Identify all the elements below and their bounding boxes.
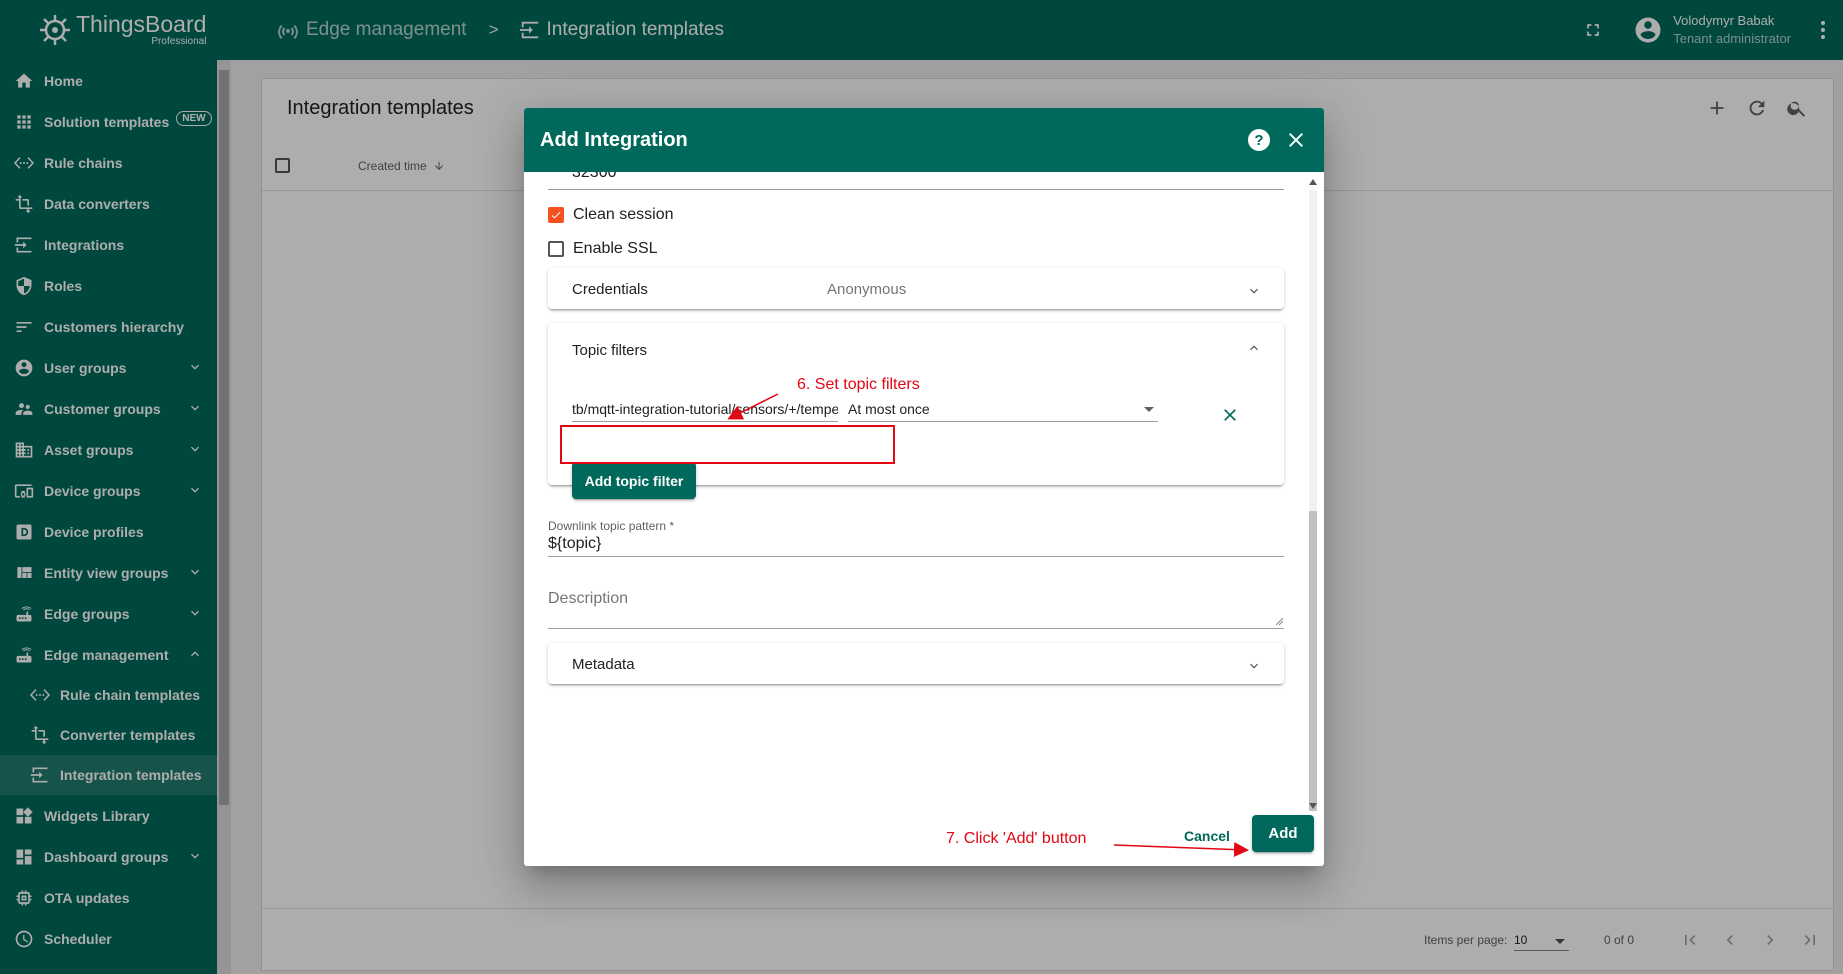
credentials-value: Anonymous — [827, 281, 907, 298]
topic-filters-title: Topic filters — [572, 342, 648, 359]
credentials-title: Credentials — [572, 281, 648, 298]
port-field[interactable]: 32300 — [548, 172, 1284, 190]
checkbox-label: Enable SSL — [573, 240, 658, 257]
add-integration-dialog: Add Integration ? 32300 Clean session En… — [524, 108, 1324, 866]
downlink-label: Downlink topic pattern * — [548, 519, 675, 533]
help-icon[interactable]: ? — [1248, 129, 1270, 151]
dialog-content: 32300 Clean session Enable SSL Credentia… — [524, 172, 1324, 808]
annotation-step7: 7. Click 'Add' button — [946, 830, 1087, 847]
qos-select[interactable]: At most once — [848, 396, 1158, 422]
resize-handle-icon[interactable] — [1274, 616, 1284, 626]
chevron-up-icon[interactable] — [1246, 340, 1262, 356]
credentials-panel[interactable]: Credentials Anonymous — [548, 268, 1284, 309]
port-value: 32300 — [572, 172, 617, 181]
dialog-actions: Cancel Add — [524, 808, 1324, 866]
dropdown-arrow-icon — [1144, 407, 1154, 412]
scroll-thumb[interactable] — [1309, 511, 1317, 811]
checkbox-box[interactable] — [548, 241, 564, 257]
dialog-title: Add Integration — [540, 128, 688, 151]
annotation-step6: 6. Set topic filters — [797, 376, 920, 393]
checkbox-box[interactable] — [548, 207, 564, 223]
chevron-down-icon — [1250, 288, 1258, 294]
enable-ssl-checkbox[interactable]: Enable SSL — [548, 240, 658, 258]
add-button[interactable]: Add — [1252, 815, 1314, 852]
annotation-highlight-box — [560, 425, 895, 464]
description-underline — [548, 628, 1284, 629]
downlink-input[interactable]: ${topic} — [548, 535, 601, 553]
qos-value: At most once — [848, 401, 930, 417]
clean-session-checkbox[interactable]: Clean session — [548, 206, 674, 224]
close-icon[interactable] — [1284, 128, 1308, 152]
dialog-header: Add Integration ? — [524, 108, 1324, 172]
description-textarea[interactable]: Description — [548, 590, 628, 608]
scroll-up-icon[interactable] — [1309, 179, 1317, 185]
chevron-down-icon — [1250, 663, 1258, 669]
topic-filter-input[interactable]: tb/mqtt-integration-tutorial/sensors/+/t… — [572, 396, 838, 422]
remove-topic-icon[interactable] — [1220, 405, 1240, 425]
cancel-button[interactable]: Cancel — [1184, 822, 1230, 850]
metadata-title: Metadata — [572, 656, 635, 673]
downlink-underline — [548, 556, 1284, 557]
check-icon — [551, 211, 561, 219]
dialog-scrollbar[interactable] — [1306, 176, 1318, 812]
checkbox-label: Clean session — [573, 206, 674, 223]
add-topic-filter-button[interactable]: Add topic filter — [572, 462, 696, 499]
metadata-panel[interactable]: Metadata — [548, 643, 1284, 684]
